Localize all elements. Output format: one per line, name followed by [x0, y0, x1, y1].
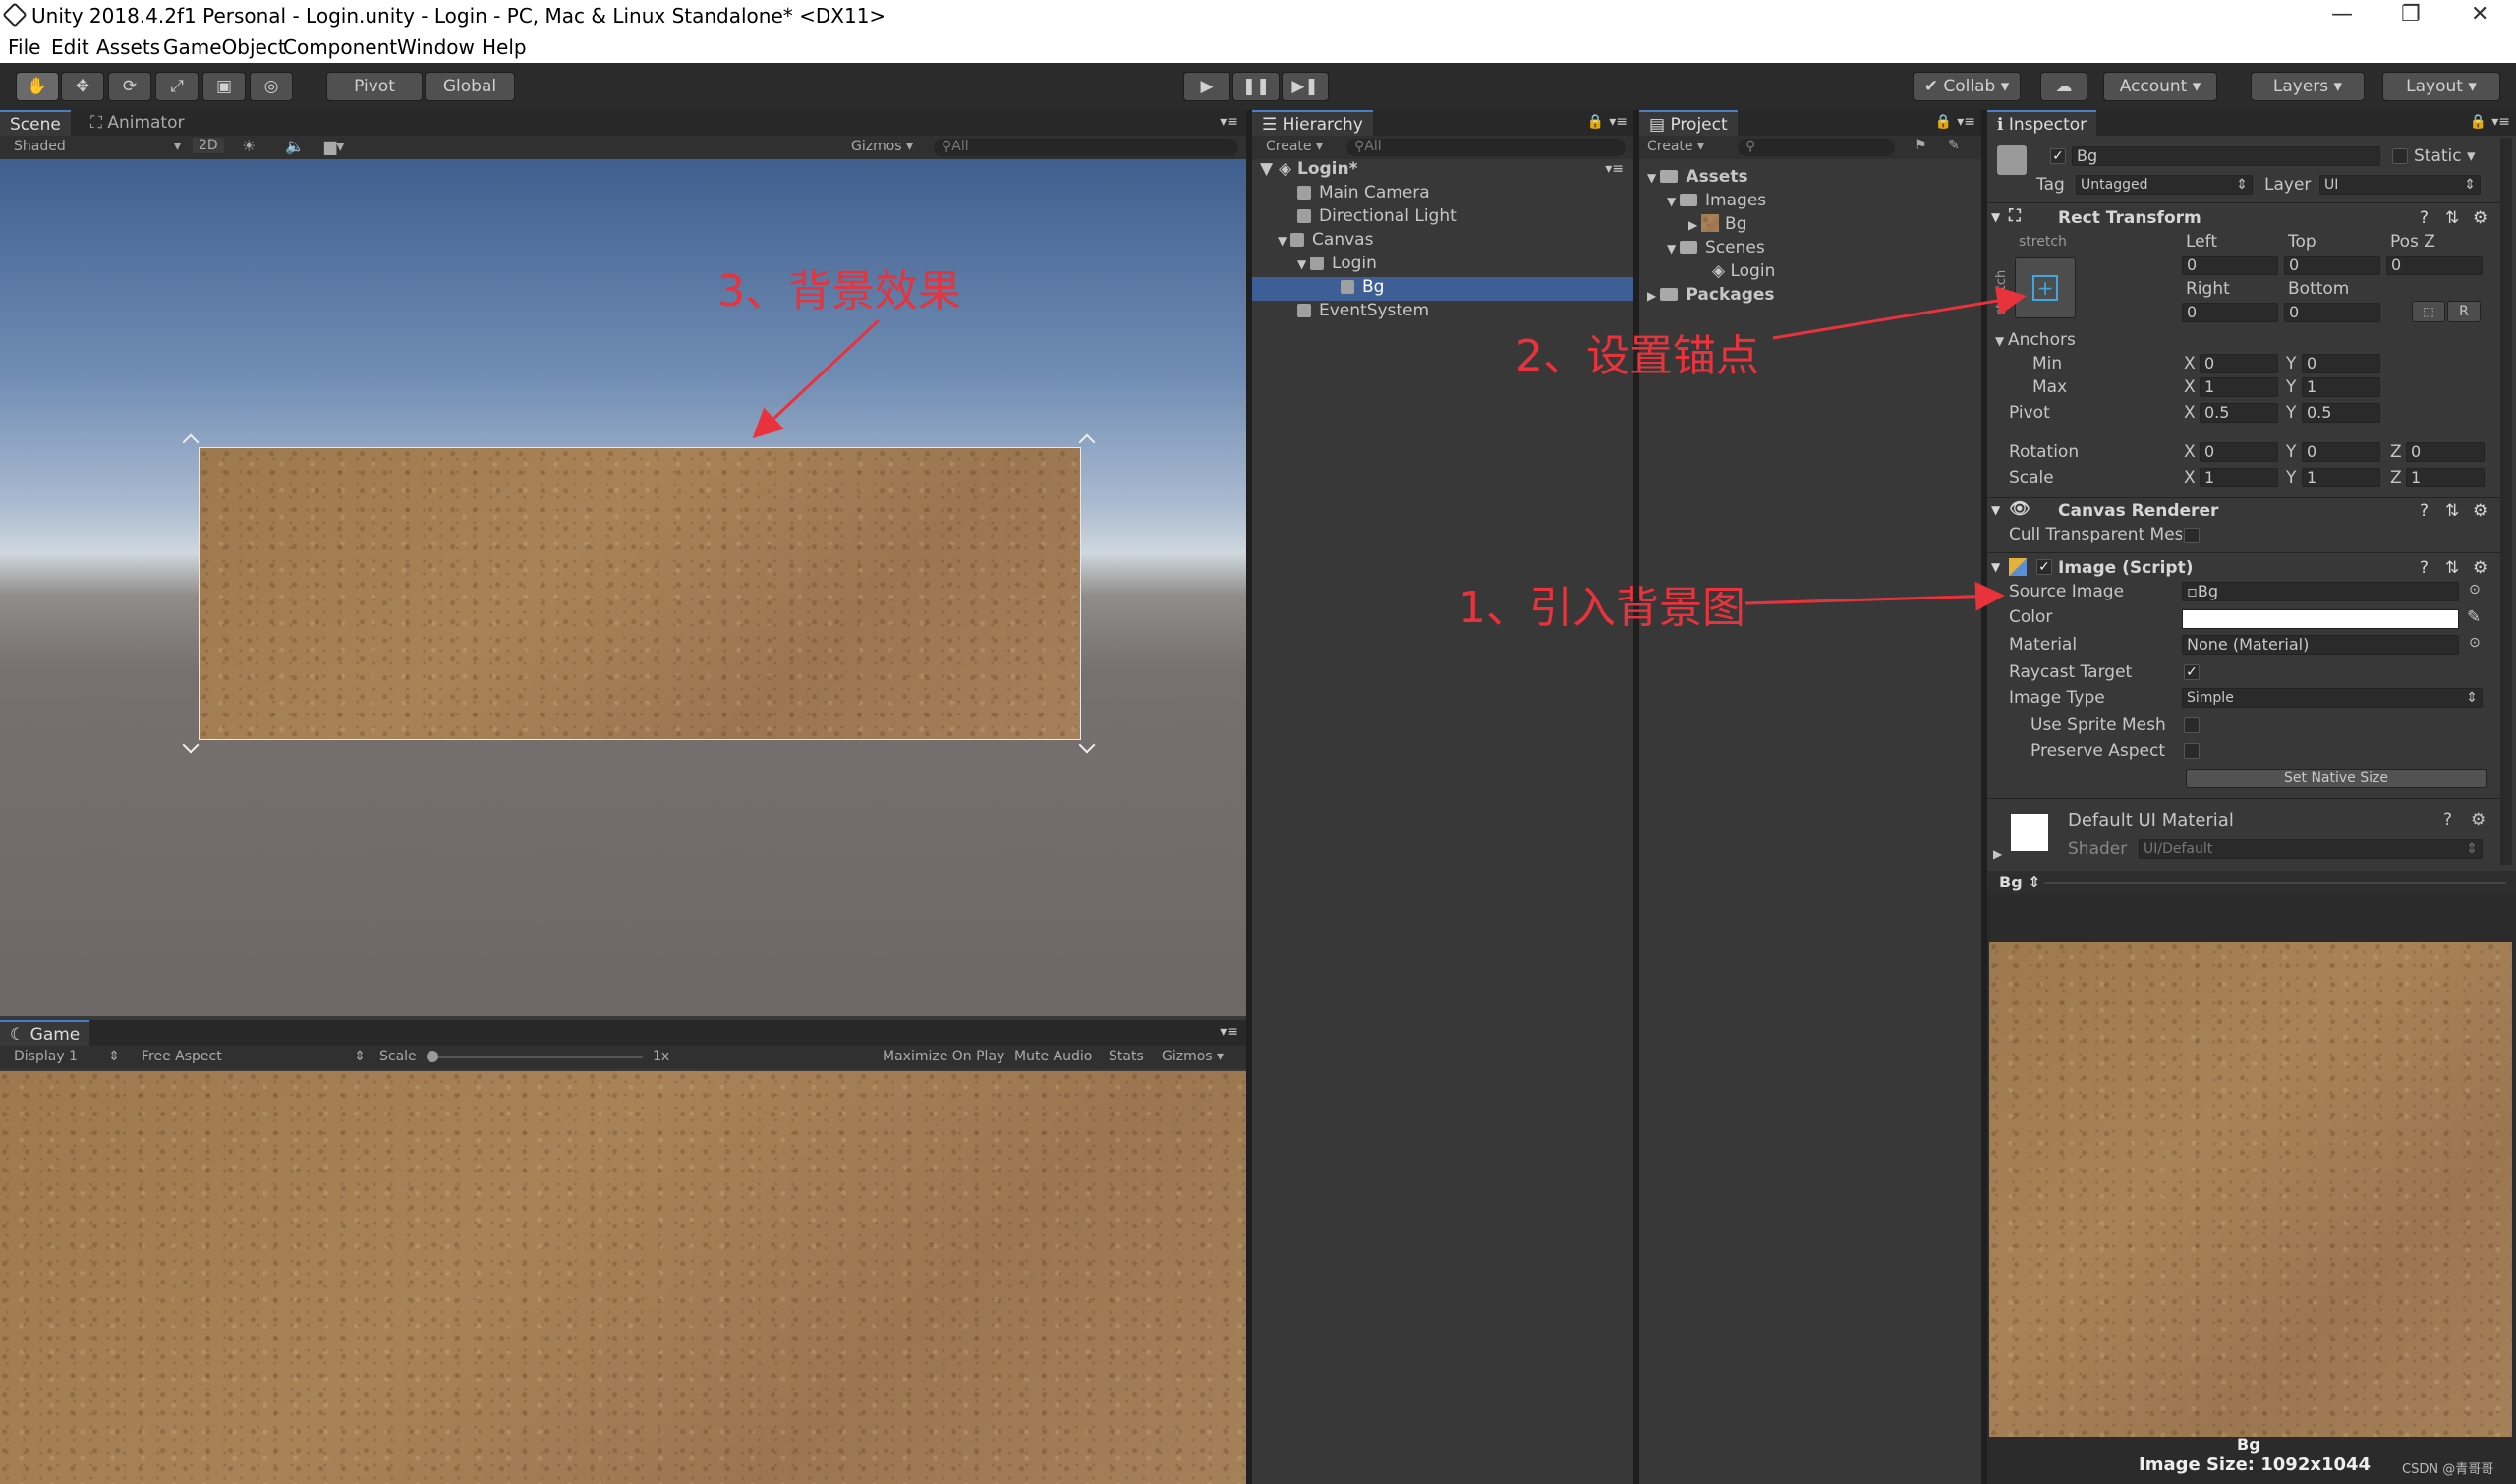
annotation-arrow-2	[1772, 286, 2027, 340]
annotation-import-background: 1、引入背景图	[1458, 583, 1745, 633]
annotation-arrow-3	[752, 318, 881, 439]
annotation-arrows	[752, 286, 2027, 611]
annotation-set-anchors: 2、设置锚点	[1515, 331, 1759, 381]
annotation-background-effect: 3、背景效果	[717, 266, 961, 316]
annotation-arrow-1	[1744, 581, 2005, 611]
